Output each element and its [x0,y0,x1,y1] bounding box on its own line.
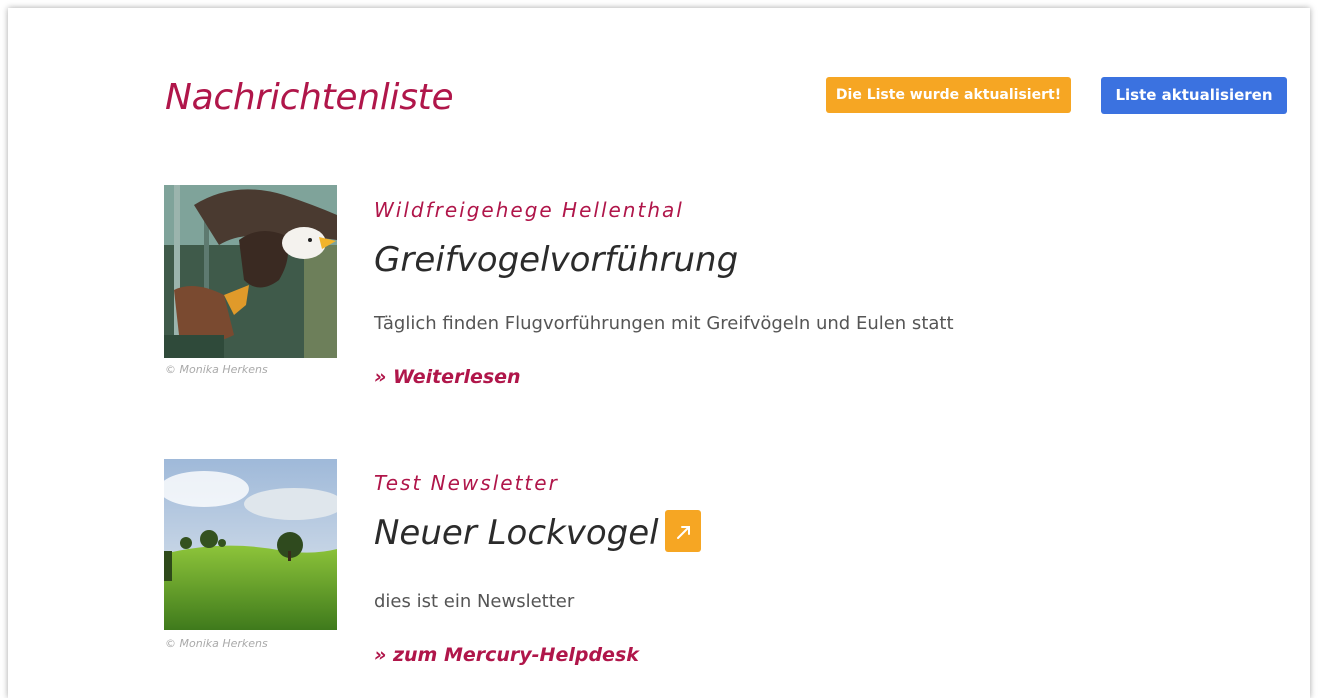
page-frame: Nachrichtenliste Die Liste wurde aktuali… [8,8,1310,698]
news-title-text: Greifvogelvorführung [374,240,739,280]
news-summary: dies ist ein Newsletter [374,591,575,612]
news-title: Neuer Lockvogel [374,509,701,556]
helpdesk-link[interactable]: » zum Mercury-Helpdesk [374,644,639,666]
news-title-text: Neuer Lockvogel [374,513,659,553]
page-title: Nachrichtenliste [165,77,454,118]
eagle-photo [164,185,337,358]
external-link-icon[interactable] [664,509,701,552]
photo-credit: © Monika Herkens [165,363,268,376]
refresh-list-button[interactable]: Liste aktualisieren [1101,77,1287,114]
news-source: Wildfreigehege Hellenthal [374,198,684,222]
news-summary: Täglich finden Flugvorführungen mit Grei… [374,313,954,334]
meadow-photo [164,459,337,630]
news-title: Greifvogelvorführung [374,240,738,280]
status-badge: Die Liste wurde aktualisiert! [826,77,1071,113]
read-more-link[interactable]: » Weiterlesen [374,366,521,388]
photo-credit: © Monika Herkens [165,637,268,650]
news-source: Test Newsletter [374,471,559,495]
